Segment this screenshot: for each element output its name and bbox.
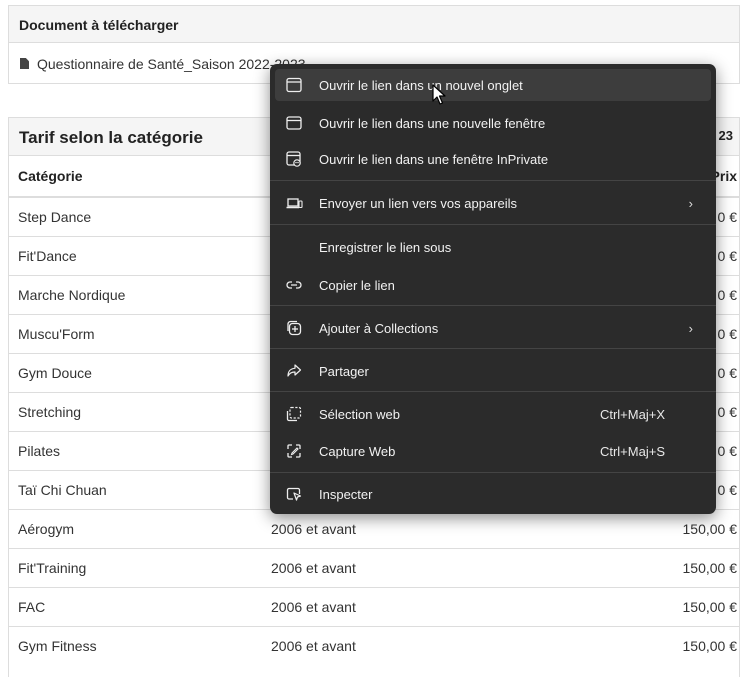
collections-icon <box>285 319 303 337</box>
table-row: Gym Fitness 2006 et avant 150,00 € <box>9 626 739 665</box>
year-cell: 2006 et avant <box>262 509 554 549</box>
menu-item-label: Ouvrir le lien dans un nouvel onglet <box>319 77 523 93</box>
price-cell: 150,00 € <box>553 509 739 549</box>
menu-item-copy-link[interactable]: Copier le lien <box>275 269 711 301</box>
category-cell: Aérogym <box>9 509 262 549</box>
tarif-heading-right: 23 <box>718 128 733 143</box>
menu-item-label: Partager <box>319 363 369 379</box>
inspect-icon <box>285 485 303 503</box>
category-cell: Gym Douce <box>9 353 262 393</box>
menu-item-inspect[interactable]: Inspecter <box>275 478 711 510</box>
web-select-icon <box>285 405 303 423</box>
year-cell: 2006 et avant <box>262 587 554 627</box>
menu-item-send-to-devices[interactable]: Envoyer un lien vers vos appareils › <box>275 187 711 219</box>
new-tab-icon <box>285 76 303 94</box>
menu-separator <box>270 224 716 225</box>
category-cell: Step Dance <box>9 196 262 237</box>
new-window-icon <box>285 114 303 132</box>
table-row: FAC 2006 et avant 150,00 € <box>9 587 739 627</box>
inprivate-icon <box>285 150 303 168</box>
download-panel-title: Document à télécharger <box>9 6 739 43</box>
category-cell: Fit'Training <box>9 548 262 588</box>
menu-item-open-new-window[interactable]: Ouvrir le lien dans une nouvelle fenêtre <box>275 107 711 139</box>
menu-item-label: Ouvrir le lien dans une nouvelle fenêtre <box>319 115 546 131</box>
menu-separator <box>270 305 716 306</box>
menu-item-save-link-as[interactable]: Enregistrer le lien sous <box>275 231 711 263</box>
menu-separator <box>270 348 716 349</box>
chevron-right-icon: › <box>688 195 693 211</box>
menu-item-label: Ajouter à Collections <box>319 320 439 336</box>
menu-item-add-to-collections[interactable]: Ajouter à Collections › <box>275 312 711 344</box>
menu-item-label: Capture Web <box>319 443 396 459</box>
column-header-category: Catégorie <box>9 156 262 198</box>
devices-icon <box>285 194 303 212</box>
file-icon <box>20 58 29 69</box>
category-cell: Stretching <box>9 392 262 432</box>
context-menu: Ouvrir le lien dans un nouvel onglet Ouv… <box>270 64 716 514</box>
menu-separator <box>270 391 716 392</box>
category-cell: Muscu'Form <box>9 314 262 354</box>
category-cell: Pilates <box>9 431 262 471</box>
link-icon <box>285 276 303 294</box>
mouse-pointer-icon <box>432 84 448 106</box>
menu-item-shortcut: Ctrl+Maj+X <box>599 406 665 422</box>
menu-item-web-capture[interactable]: Capture Web Ctrl+Maj+S <box>275 435 711 467</box>
year-cell: 2006 et avant <box>262 548 554 588</box>
chevron-right-icon: › <box>688 320 693 336</box>
web-capture-icon <box>285 442 303 460</box>
download-link-label[interactable]: Questionnaire de Santé_Saison 2022-2023 <box>37 56 306 72</box>
menu-separator <box>270 180 716 181</box>
share-icon <box>285 362 303 380</box>
category-cell: FAC <box>9 587 262 627</box>
category-cell: Gym Fitness <box>9 626 262 665</box>
menu-item-label: Ouvrir le lien dans une fenêtre InPrivat… <box>319 151 549 167</box>
menu-item-shortcut: Ctrl+Maj+S <box>599 443 665 459</box>
price-cell: 150,00 € <box>553 587 739 627</box>
menu-item-open-new-tab[interactable]: Ouvrir le lien dans un nouvel onglet <box>275 69 711 101</box>
price-cell: 150,00 € <box>553 548 739 588</box>
menu-item-web-select[interactable]: Sélection web Ctrl+Maj+X <box>275 398 711 430</box>
year-cell: 2006 et avant <box>262 626 554 665</box>
table-row: Fit'Training 2006 et avant 150,00 € <box>9 548 739 588</box>
menu-item-label: Envoyer un lien vers vos appareils <box>319 195 517 211</box>
menu-separator <box>270 472 716 473</box>
category-cell: Fit'Dance <box>9 236 262 276</box>
tarif-title: Tarif selon la catégorie <box>19 128 203 147</box>
menu-item-open-inprivate[interactable]: Ouvrir le lien dans une fenêtre InPrivat… <box>275 143 711 175</box>
menu-item-label: Copier le lien <box>319 277 395 293</box>
category-cell: Taï Chi Chuan <box>9 470 262 510</box>
table-row: Aérogym 2006 et avant 150,00 € <box>9 509 739 549</box>
menu-item-label: Inspecter <box>319 486 373 502</box>
menu-item-label: Sélection web <box>319 406 400 422</box>
menu-item-label: Enregistrer le lien sous <box>319 239 452 255</box>
menu-item-share[interactable]: Partager <box>275 355 711 387</box>
price-cell: 150,00 € <box>553 626 739 665</box>
category-cell: Marche Nordique <box>9 275 262 315</box>
